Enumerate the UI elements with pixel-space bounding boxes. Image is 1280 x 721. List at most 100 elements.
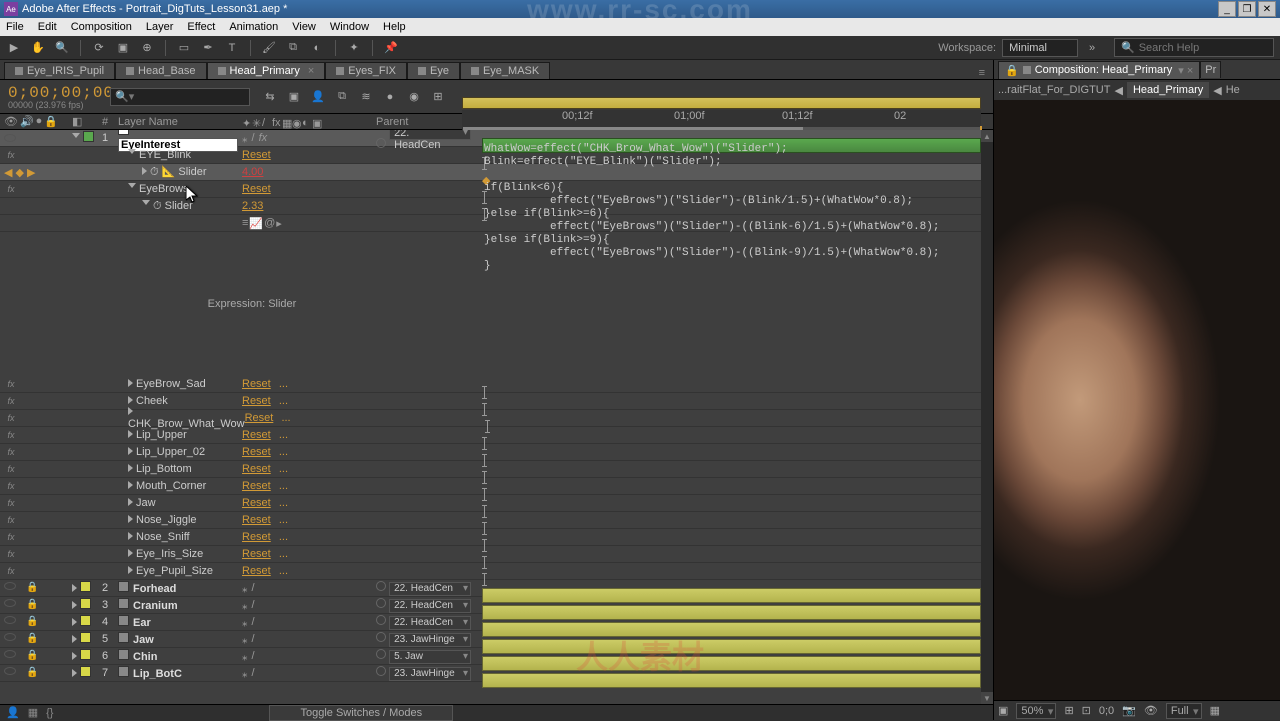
frame-blend-icon[interactable]: ⧉ <box>334 89 350 105</box>
expression-row[interactable]: ≡ 📈 @ ▸ WhatWow=effect("CHK_Brow_What_Wo… <box>0 215 993 232</box>
roto-tool-icon[interactable]: ✦ <box>346 40 362 56</box>
expr-language-icon[interactable]: ▸ <box>276 217 282 230</box>
hand-tool-icon[interactable]: ✋ <box>30 40 46 56</box>
menu-composition[interactable]: Composition <box>71 21 132 33</box>
switch-fx[interactable]: fx <box>259 132 268 144</box>
expr-enable-icon[interactable]: ≡ <box>242 217 248 229</box>
lock-icon[interactable]: 🔒 <box>1005 64 1019 77</box>
camera-tool-icon[interactable]: ▣ <box>115 40 131 56</box>
menu-layer[interactable]: Layer <box>146 21 174 33</box>
motion-blur-icon[interactable]: ≋ <box>358 89 374 105</box>
text-tool-icon[interactable]: T <box>224 40 240 56</box>
parent-dropdown[interactable]: 22. HeadCen <box>389 130 471 140</box>
close-button[interactable]: ✕ <box>1258 1 1276 17</box>
channel-icon[interactable]: ⊡ <box>1082 704 1091 717</box>
minimize-button[interactable]: _ <box>1218 1 1236 17</box>
reset-link[interactable]: Reset <box>242 149 271 161</box>
workspace-options-icon[interactable]: » <box>1084 40 1100 56</box>
video-col-icon[interactable]: 👁 <box>4 115 18 128</box>
effect-row[interactable]: fx Mouth_Corner Reset ... <box>0 478 993 495</box>
selection-tool-icon[interactable]: ▶ <box>6 40 22 56</box>
current-timecode[interactable]: 0;00;00;00 <box>0 84 108 102</box>
effect-row[interactable]: fx Nose_Jiggle Reset ... <box>0 512 993 529</box>
effect-row[interactable]: fx Eye_Iris_Size Reset ... <box>0 546 993 563</box>
brush-tool-icon[interactable]: 🖌 <box>261 40 277 56</box>
switch-quality[interactable]: / <box>252 132 255 144</box>
search-help-input[interactable]: 🔍 Search Help <box>1114 38 1274 57</box>
effect-row[interactable]: fx Lip_Upper_02 Reset ... <box>0 444 993 461</box>
switch-collapse[interactable]: ⁎ <box>242 132 248 145</box>
layername-header: Layer Name <box>114 116 242 128</box>
timecode-viewer[interactable]: 0;0 <box>1099 705 1114 717</box>
menu-edit[interactable]: Edit <box>38 21 57 33</box>
effect-row[interactable]: fx Lip_Upper Reset ... <box>0 427 993 444</box>
eye-icon[interactable] <box>4 134 16 142</box>
snapshot-icon[interactable]: 📷 <box>1122 704 1136 717</box>
menu-file[interactable]: File <box>6 21 24 33</box>
viewer-tab-2[interactable]: Pr <box>1200 61 1221 78</box>
graph-editor-icon[interactable]: ⊞ <box>430 89 446 105</box>
toggle-switches-modes-button[interactable]: Toggle Switches / Modes <box>269 705 453 721</box>
layer-search-input[interactable]: 🔍▾ <box>110 88 250 106</box>
menu-animation[interactable]: Animation <box>229 21 278 33</box>
zoom-dropdown[interactable]: 50% <box>1016 703 1056 719</box>
tab-eye[interactable]: Eye <box>407 62 460 79</box>
tab-head-primary[interactable]: Head_Primary× <box>207 62 326 79</box>
shape-tool-icon[interactable]: ▭ <box>176 40 192 56</box>
vertical-scrollbar[interactable]: ▲ ▼ <box>981 130 993 704</box>
composition-viewer[interactable] <box>994 100 1280 700</box>
viewer-tab-composition[interactable]: 🔒 Composition: Head_Primary ▾ × <box>998 61 1200 79</box>
brainstorm-icon[interactable]: ● <box>382 89 398 105</box>
layer-row[interactable]: 🔒 2 Forhead ⁎/ 22. HeadCen <box>0 580 993 597</box>
solo-col-icon[interactable]: ● <box>36 115 43 128</box>
menu-view[interactable]: View <box>292 21 316 33</box>
effect-row[interactable]: fx EyeBrow_Sad Reset ... <box>0 376 993 393</box>
clone-tool-icon[interactable]: ⧉ <box>285 40 301 56</box>
draft3d-icon[interactable]: ▣ <box>286 89 302 105</box>
label-col-icon[interactable]: ◧ <box>72 116 82 128</box>
rotate-tool-icon[interactable]: ⟳ <box>91 40 107 56</box>
brackets-icon[interactable]: {} <box>46 707 53 719</box>
auto-keyframe-icon[interactable]: ◉ <box>406 89 422 105</box>
toggle-shy-icon[interactable]: 👤 <box>6 706 20 719</box>
eraser-tool-icon[interactable]: ◐ <box>309 40 325 56</box>
fx-switch-icon: fx <box>272 117 281 126</box>
restore-button[interactable]: ❐ <box>1238 1 1256 17</box>
effect-row[interactable]: fx Lip_Bottom Reset ... <box>0 461 993 478</box>
show-snapshot-icon[interactable]: 👁 <box>1144 704 1158 717</box>
workspace-dropdown[interactable]: Minimal <box>1002 39 1078 57</box>
tab-head-base[interactable]: Head_Base <box>115 62 207 79</box>
pickwhip-icon[interactable] <box>376 138 386 148</box>
expression-code[interactable]: WhatWow=effect("CHK_Brow_What_Wow")("Sli… <box>484 143 939 273</box>
audio-col-icon[interactable]: 🔊 <box>20 115 34 128</box>
twirl-icon[interactable] <box>72 133 80 142</box>
menu-help[interactable]: Help <box>383 21 406 33</box>
effect-row[interactable]: fx Jaw Reset ... <box>0 495 993 512</box>
tab-eyes-fix[interactable]: Eyes_FIX <box>325 62 407 79</box>
resolution-dropdown[interactable]: Full <box>1166 703 1202 719</box>
tab-eye-iris-pupil[interactable]: Eye_IRIS_Pupil <box>4 62 115 79</box>
mask-icon[interactable]: ▣ <box>998 704 1008 717</box>
roi-icon[interactable]: ▦ <box>1210 704 1220 717</box>
preview-image <box>994 100 1280 700</box>
effect-row[interactable]: fx CHK_Brow_What_Wow Reset ... <box>0 410 993 427</box>
expr-pickwhip-icon[interactable]: @ <box>264 217 275 229</box>
tab-eye-mask[interactable]: Eye_MASK <box>460 62 550 79</box>
lock-col-icon[interactable]: 🔒 <box>44 115 58 128</box>
effect-row[interactable]: fx Nose_Sniff Reset ... <box>0 529 993 546</box>
expr-graph-icon[interactable]: 📈 <box>249 217 263 230</box>
pan-behind-tool-icon[interactable]: ⊕ <box>139 40 155 56</box>
grid-icon[interactable]: ⊞ <box>1064 704 1073 717</box>
zoom-tool-icon[interactable]: 🔍 <box>54 40 70 56</box>
effect-row[interactable]: fx Eye_Pupil_Size Reset ... <box>0 563 993 580</box>
panel-options-icon[interactable]: ≡ <box>971 67 993 79</box>
slider-value[interactable]: 4.00 <box>242 166 263 178</box>
render-queue-icon[interactable]: ▦ <box>28 706 38 719</box>
puppet-tool-icon[interactable]: 📌 <box>383 40 399 56</box>
pen-tool-icon[interactable]: ✒ <box>200 40 216 56</box>
label-color[interactable] <box>83 131 94 142</box>
menu-effect[interactable]: Effect <box>187 21 215 33</box>
comp-flowchart-icon[interactable]: ⇆ <box>262 89 278 105</box>
menu-window[interactable]: Window <box>330 21 369 33</box>
shy-icon[interactable]: 👤 <box>310 89 326 105</box>
